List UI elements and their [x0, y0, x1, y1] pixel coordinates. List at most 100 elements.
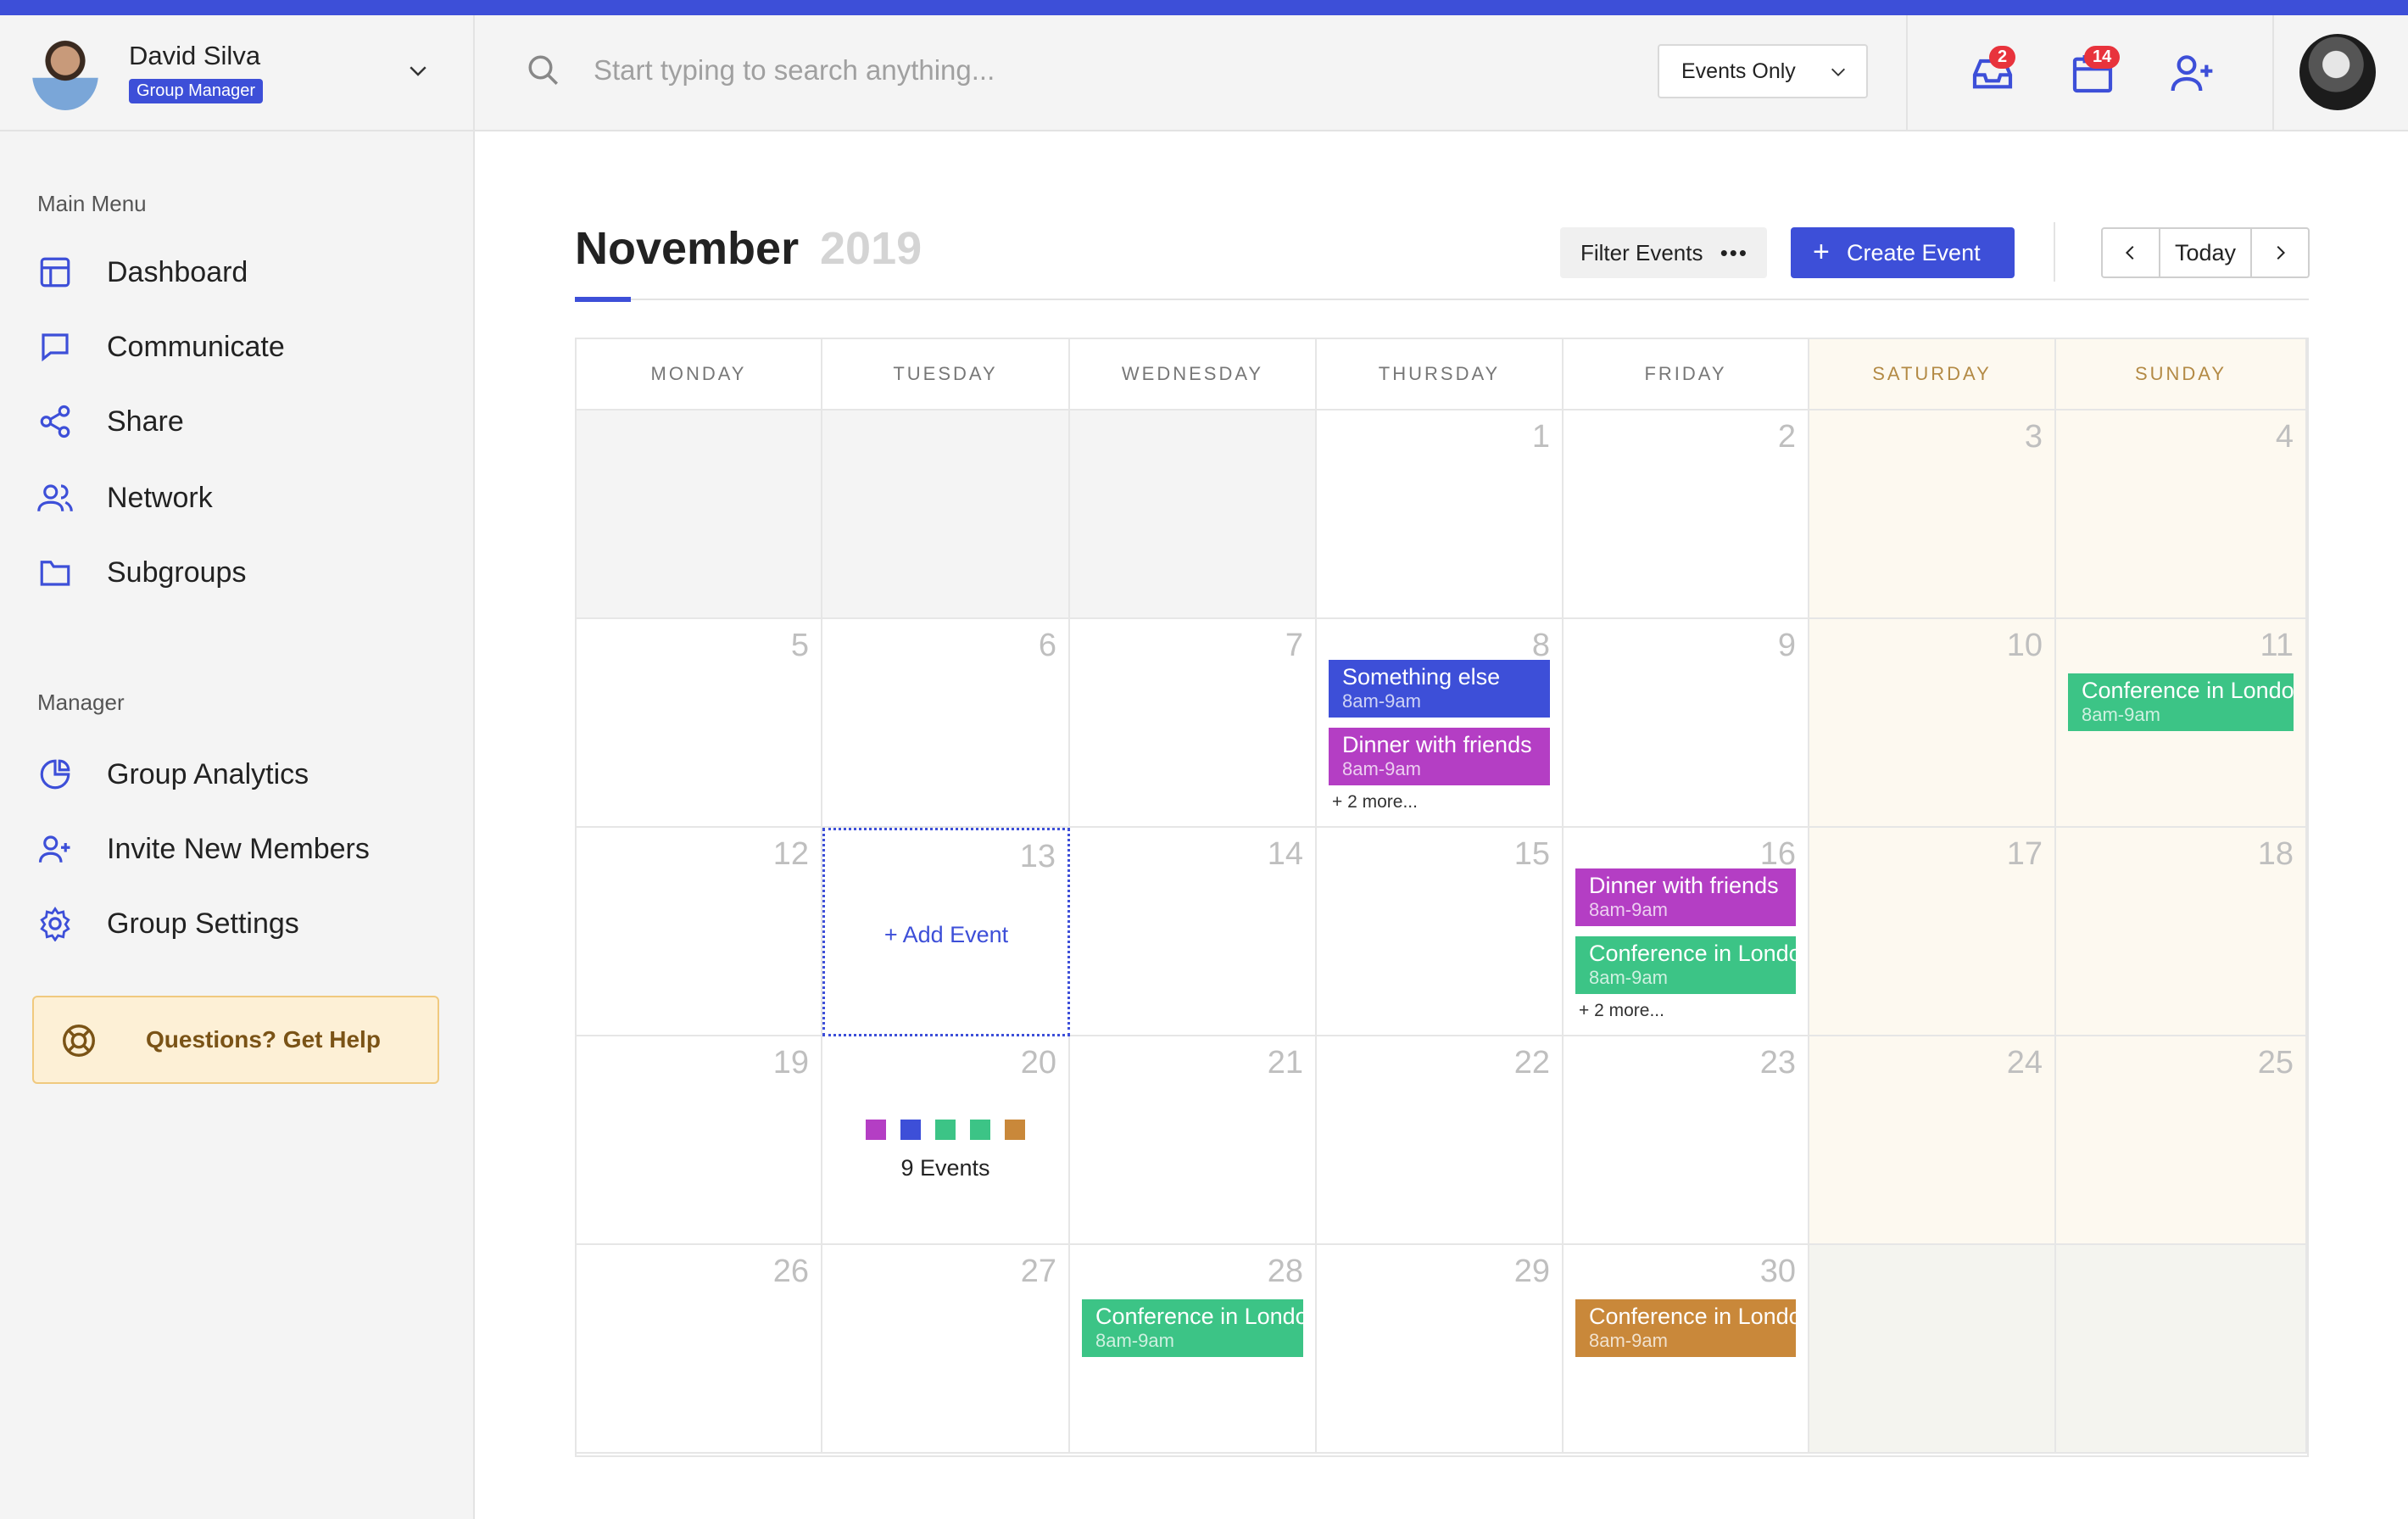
calendar-day-cell[interactable]: 10	[1809, 619, 2056, 828]
calendar-day-cell[interactable]: 24	[1809, 1036, 2056, 1245]
event-title: Dinner with friends	[1589, 873, 1779, 898]
weekday-header: TUESDAY	[822, 339, 1070, 410]
calendar-day-cell[interactable]: 23	[1564, 1036, 1809, 1245]
day-number: 9	[1777, 628, 1796, 663]
calendar-day-cell[interactable]: 25	[2056, 1036, 2307, 1245]
sidebar-item-share[interactable]: Share	[37, 396, 184, 447]
main-menu-heading: Main Menu	[37, 191, 147, 216]
calendar-day-cell[interactable]: 1	[1317, 410, 1564, 619]
event-time: 8am-9am	[1589, 967, 1668, 988]
calendar-day-cell[interactable]: 18	[2056, 828, 2307, 1036]
event-count[interactable]: 9 Events	[822, 1155, 1068, 1181]
calendar-day-cell[interactable]: 15	[1317, 828, 1564, 1036]
inbox-button[interactable]: 2	[1969, 46, 2016, 97]
event-chip[interactable]: Dinner with friends 8am-9am	[1329, 728, 1550, 785]
event-time: 8am-9am	[1589, 1330, 1668, 1351]
event-title: Conference in London	[2082, 678, 2294, 703]
calendar-day-cell[interactable]: 8 Something else 8am-9am Dinner with friend…	[1317, 619, 1564, 828]
event-chip[interactable]: Conference in London 8am-9am	[1575, 936, 1796, 994]
add-user-button[interactable]	[2169, 49, 2216, 97]
weekday-header: SUNDAY	[2056, 339, 2307, 410]
event-chip[interactable]: Conference in London 8am-9am	[1575, 1299, 1796, 1357]
calendar-empty-cell	[1070, 410, 1317, 619]
sidebar-item-label: Invite New Members	[107, 832, 370, 865]
sidebar-item-network[interactable]: Network	[37, 472, 213, 523]
sidebar-item-subgroups[interactable]: Subgroups	[37, 547, 246, 598]
event-chip[interactable]: Conference in London 8am-9am	[1082, 1299, 1303, 1357]
day-number: 20	[1020, 1045, 1056, 1081]
calendar-day-cell[interactable]: 19	[577, 1036, 822, 1245]
event-time: 8am-9am	[2082, 704, 2160, 725]
calendar-day-cell[interactable]: 27	[822, 1245, 1070, 1454]
events-filter-select[interactable]: Events Only	[1658, 44, 1868, 98]
calendar-day-cell[interactable]: 29	[1317, 1245, 1564, 1454]
day-number: 3	[2024, 419, 2043, 455]
calendar-day-cell[interactable]: 4	[2056, 410, 2307, 619]
weekday-header: FRIDAY	[1564, 339, 1809, 410]
lifebuoy-icon	[63, 1025, 95, 1057]
title-divider	[575, 299, 2309, 300]
chevron-down-icon[interactable]	[405, 58, 431, 83]
calendar-day-cell[interactable]: 2	[1564, 410, 1809, 619]
calendar-day-cell[interactable]: 30 Conference in London 8am-9am	[1564, 1245, 1809, 1454]
day-number: 28	[1267, 1254, 1303, 1289]
calendar-day-cell[interactable]: 20 9 Events	[822, 1036, 1070, 1245]
day-number: 21	[1267, 1045, 1303, 1081]
event-title: Conference in London	[1589, 941, 1796, 966]
sidebar-item-group-settings[interactable]: Group Settings	[37, 898, 299, 949]
event-chip[interactable]: Dinner with friends 8am-9am	[1575, 868, 1796, 926]
calendar-day-cell[interactable]: 3	[1809, 410, 2056, 619]
calendar-day-cell[interactable]: 5	[577, 619, 822, 828]
calendar-day-cell[interactable]: 11 Conference in London 8am-9am	[2056, 619, 2307, 828]
day-number: 6	[1038, 628, 1056, 663]
sidebar-item-invite-members[interactable]: Invite New Members	[37, 824, 370, 874]
event-swatch	[900, 1120, 921, 1140]
calendar-day-cell[interactable]: 26	[577, 1245, 822, 1454]
event-chip[interactable]: Conference in London 8am-9am	[2068, 673, 2294, 731]
calendar-day-cell[interactable]: 22	[1317, 1036, 1564, 1245]
calendar-day-cell[interactable]: 9	[1564, 619, 1809, 828]
profile-avatar[interactable]	[2299, 34, 2376, 110]
manager-heading: Manager	[37, 690, 125, 715]
calendar-day-cell[interactable]: 14	[1070, 828, 1317, 1036]
create-event-button[interactable]: + Create Event	[1791, 227, 2015, 278]
calendar-day-cell[interactable]: 7	[1070, 619, 1317, 828]
add-event-button[interactable]: + Add Event	[825, 922, 1067, 948]
gear-icon	[40, 906, 70, 941]
user-switcher[interactable]: David Silva Group Manager	[0, 15, 475, 131]
day-number: 15	[1513, 836, 1550, 872]
calendar-grid: MONDAY TUESDAY WEDNESDAY THURSDAY FRIDAY SATU…	[575, 338, 2309, 1457]
calendar-button[interactable]: 14	[2069, 46, 2121, 97]
filter-events-button[interactable]: Filter Events •••	[1560, 227, 1767, 278]
create-event-label: Create Event	[1847, 239, 1981, 265]
prev-month-button[interactable]	[2103, 229, 2159, 276]
calendar-day-cell[interactable]: 13 + Add Event	[822, 828, 1070, 1036]
sidebar-item-group-analytics[interactable]: Group Analytics	[37, 749, 309, 800]
calendar-day-cell[interactable]: 17	[1809, 828, 2056, 1036]
next-month-button[interactable]	[2252, 229, 2308, 276]
day-number: 23	[1759, 1045, 1796, 1081]
calendar-day-cell[interactable]: 21	[1070, 1036, 1317, 1245]
search-input[interactable]	[594, 49, 1611, 92]
calendar-day-cell[interactable]: 6	[822, 619, 1070, 828]
help-button[interactable]: Questions? Get Help	[32, 996, 439, 1084]
event-chip[interactable]: Something else 8am-9am	[1329, 660, 1550, 718]
event-time: 8am-9am	[1342, 758, 1421, 779]
header-divider	[2272, 15, 2274, 131]
calendar-day-cell[interactable]: 16 Dinner with friends 8am-9am Conference i…	[1564, 828, 1809, 1036]
day-number: 5	[790, 628, 809, 663]
calendar-day-cell[interactable]: 12	[577, 828, 822, 1036]
day-number: 18	[2257, 836, 2294, 872]
today-button[interactable]: Today	[2159, 229, 2252, 276]
sidebar-item-label: Subgroups	[107, 556, 247, 589]
chevron-down-icon	[1831, 68, 1845, 76]
calendar-day-cell[interactable]: 28 Conference in London 8am-9am	[1070, 1245, 1317, 1454]
more-events-link[interactable]: + 2 more...	[1579, 1001, 1664, 1021]
sidebar-item-communicate[interactable]: Communicate	[37, 321, 285, 372]
month-title: November	[575, 223, 800, 274]
year-title: 2019	[820, 223, 923, 274]
day-number: 22	[1513, 1045, 1550, 1081]
more-events-link[interactable]: + 2 more...	[1332, 792, 1418, 813]
chevron-right-icon	[2277, 245, 2286, 260]
sidebar-item-dashboard[interactable]: Dashboard	[37, 247, 248, 298]
